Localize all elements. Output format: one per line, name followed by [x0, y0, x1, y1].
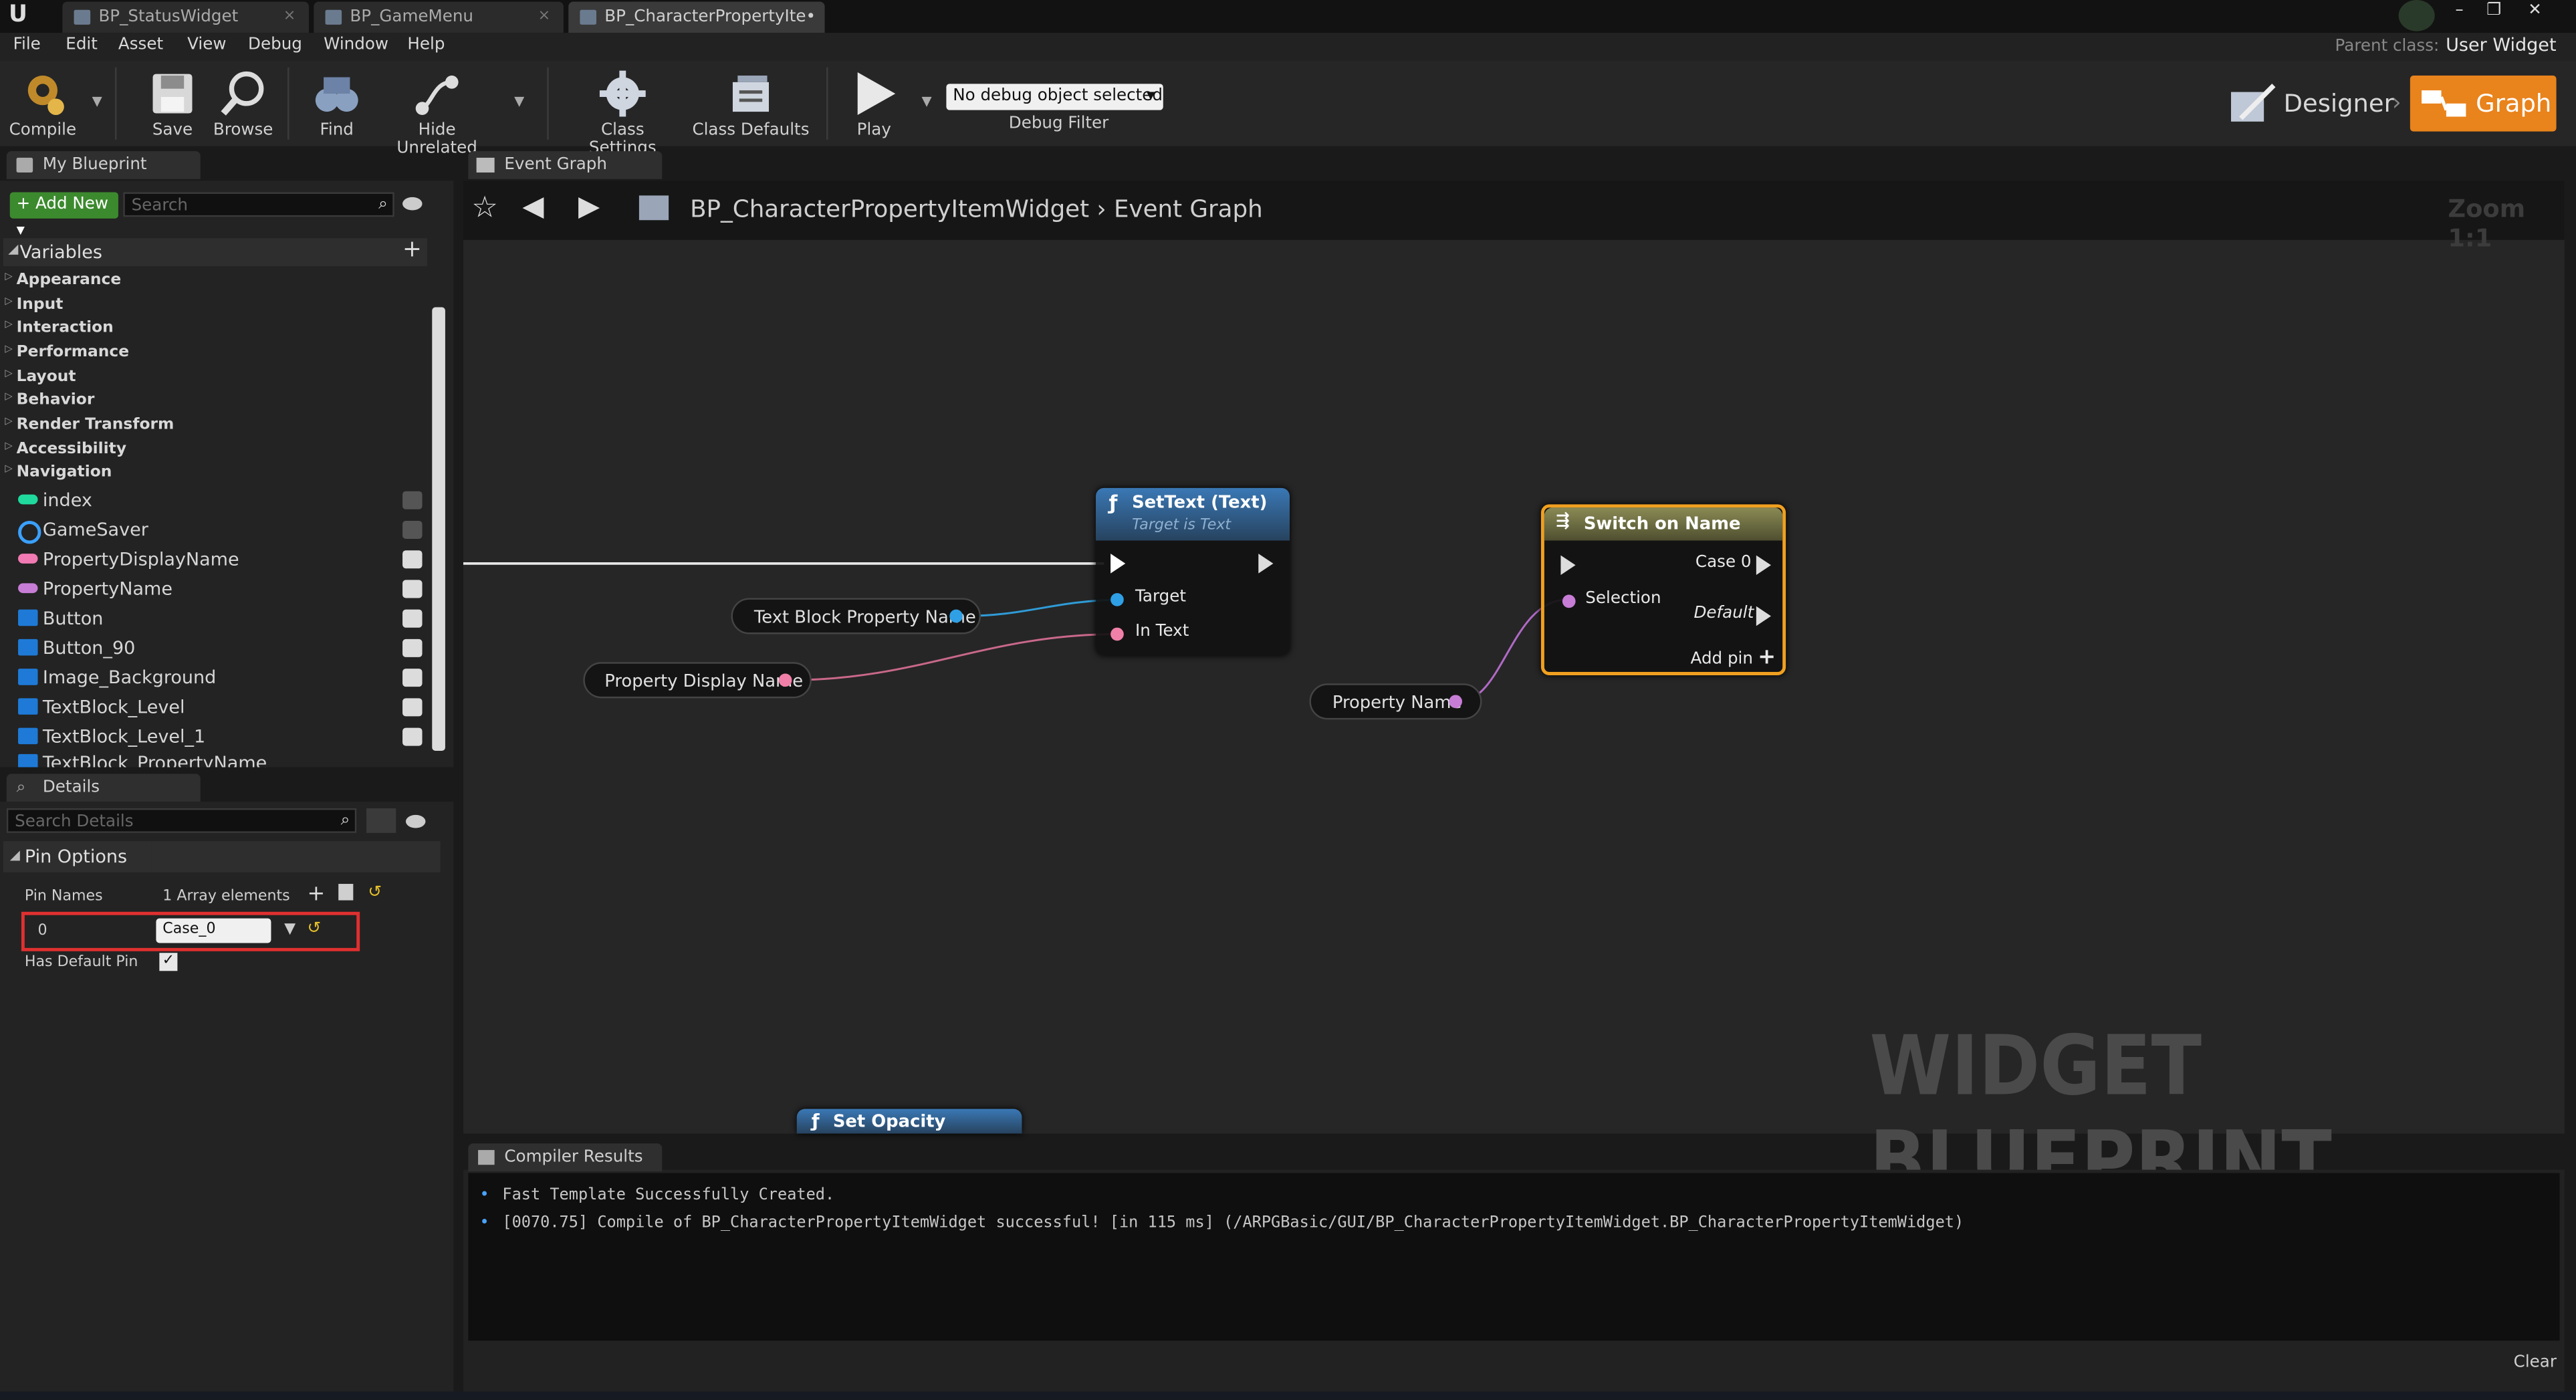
intext-wire [788, 633, 1117, 681]
target-pin-label: Target [1135, 588, 1187, 606]
settext-node[interactable]: ƒ SetText (Text) Target is Text Target I… [1096, 487, 1290, 656]
exec-in-pin[interactable] [1110, 554, 1126, 574]
output-pin[interactable] [1449, 695, 1462, 709]
settext-subtitle: Target is Text [1132, 517, 1232, 534]
selection-pin[interactable] [1562, 594, 1576, 608]
exec-in-pin[interactable] [1560, 555, 1576, 576]
set-opacity-title: Set Opacity [832, 1112, 946, 1133]
set-opacity-node[interactable]: ƒ Set Opacity [796, 1109, 1022, 1134]
settext-title: SetText (Text) [1132, 493, 1268, 513]
getter-property-display-name[interactable]: Property Display Name [583, 662, 812, 699]
switch-title: Switch on Name [1583, 514, 1741, 534]
case0-exec-pin[interactable] [1756, 555, 1771, 576]
function-icon: ƒ [811, 1111, 820, 1133]
clear-button[interactable]: Clear [2514, 1354, 2557, 1372]
default-exec-pin[interactable] [1756, 606, 1771, 626]
case0-pin-label: Case 0 [1695, 554, 1752, 572]
add-pin-label[interactable]: Add pin [1691, 651, 1753, 669]
in-text-pin-label: In Text [1135, 622, 1189, 641]
compiler-icon [478, 1150, 495, 1165]
compiler-results-tab[interactable]: Compiler Results [468, 1143, 663, 1172]
function-icon: ƒ [1108, 491, 1118, 515]
getter-property-name[interactable]: Property Name [1309, 683, 1482, 720]
log-line: Fast Template Successfully Created. [480, 1186, 834, 1204]
compiler-results-tab-label: Compiler Results [504, 1148, 643, 1167]
selection-pin-label: Selection [1585, 590, 1661, 608]
log-line: [0070.75] Compile of BP_CharacterPropert… [480, 1214, 1964, 1232]
in-text-pin[interactable] [1110, 627, 1124, 641]
status-strip [0, 1391, 2576, 1400]
exec-out-pin[interactable] [1258, 554, 1274, 574]
default-pin-label: Default [1693, 604, 1754, 623]
target-pin[interactable] [1110, 593, 1124, 606]
output-pin[interactable] [778, 673, 792, 687]
getter-label: Property Display Name [604, 672, 804, 692]
target-wire [961, 598, 1118, 617]
getter-label: Property Name [1332, 693, 1462, 713]
switch-on-name-node[interactable]: ⇶ Switch on Name Case 0 Selection Defaul… [1540, 504, 1786, 675]
output-pin[interactable] [949, 609, 963, 623]
switch-icon: ⇶ [1556, 512, 1570, 531]
getter-text-block-property-name[interactable]: Text Block Property Name [731, 598, 981, 634]
getter-label: Text Block Property Name [753, 608, 976, 628]
unreal-editor-window: U BP_StatusWidget × BP_GameMenu × BP_Cha… [0, 0, 2576, 1400]
add-pin-icon[interactable]: + [1758, 646, 1776, 671]
